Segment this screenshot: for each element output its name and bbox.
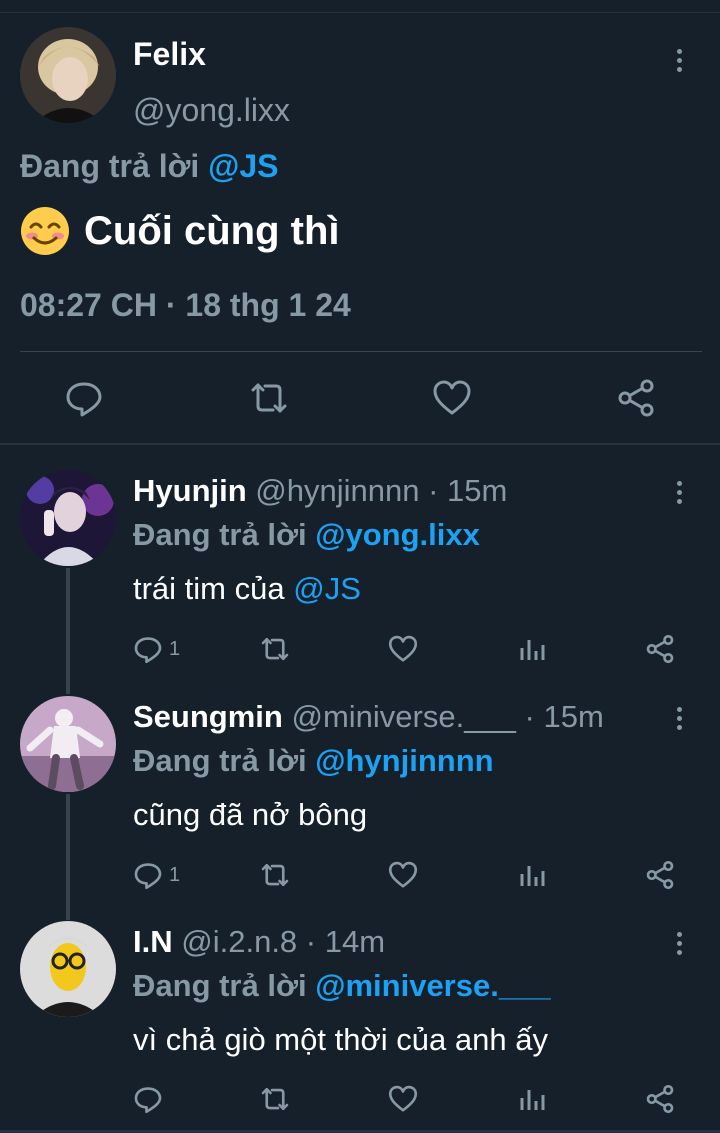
reply-header: I.N @i.2.n.8 · 14m — [133, 924, 385, 960]
replying-prefix: Đang trả lời — [133, 517, 307, 552]
tweet-body: Cuối cùng thì — [84, 208, 340, 253]
replying-to-mention[interactable]: @yong.lixx — [315, 517, 480, 552]
reply-header: Hyunjin @hynjinnnn · 15m — [133, 473, 507, 509]
reply-icon[interactable] — [133, 1084, 163, 1114]
retweet-icon[interactable] — [249, 378, 289, 418]
reply-header: Seungmin @miniverse.___ · 15m — [133, 699, 604, 735]
reply-icon[interactable] — [133, 860, 163, 890]
retweet-icon[interactable] — [260, 1084, 290, 1114]
replying-to-line: Đang trả lời @hynjinnnn — [133, 743, 494, 779]
reply-text: trái tim của @JS — [133, 571, 361, 607]
analytics-icon[interactable] — [517, 634, 547, 664]
avatar[interactable] — [20, 921, 116, 1017]
like-icon[interactable] — [388, 860, 418, 890]
divider — [20, 351, 702, 352]
replying-prefix: Đang trả lời — [133, 968, 307, 1003]
section-divider — [0, 443, 720, 445]
like-icon[interactable] — [388, 1084, 418, 1114]
author-handle-time[interactable]: @miniverse.___ · 15m — [291, 699, 603, 734]
share-icon[interactable] — [616, 378, 656, 418]
thread-connector — [66, 794, 70, 920]
replying-to-mention[interactable]: @JS — [208, 148, 278, 184]
author-handle[interactable]: @yong.lixx — [133, 92, 290, 129]
author-handle-time[interactable]: @hynjinnnn · 15m — [255, 473, 507, 508]
like-icon[interactable] — [432, 378, 472, 418]
body-mention[interactable]: @JS — [293, 571, 361, 606]
reply-text: cũng đã nở bông — [133, 797, 368, 832]
author-name[interactable]: Hyunjin — [133, 473, 247, 508]
retweet-icon[interactable] — [260, 860, 290, 890]
retweet-icon[interactable] — [260, 634, 290, 664]
replying-prefix: Đang trả lời — [133, 743, 307, 778]
replying-to-mention[interactable]: @miniverse.___ — [315, 968, 550, 1003]
share-icon[interactable] — [645, 634, 675, 664]
replying-to-line: Đang trả lời @JS — [20, 148, 278, 185]
like-icon[interactable] — [388, 634, 418, 664]
share-icon[interactable] — [645, 860, 675, 890]
replying-to-line: Đang trả lời @miniverse.___ — [133, 968, 551, 1004]
share-icon[interactable] — [645, 1084, 675, 1114]
reply-body: trái tim của — [133, 571, 294, 606]
author-name[interactable]: Felix — [133, 36, 206, 73]
analytics-icon[interactable] — [517, 860, 547, 890]
more-options-icon[interactable] — [676, 707, 684, 734]
reply-text: vì chả giò một thời của anh ấy — [133, 1022, 548, 1057]
author-name[interactable]: Seungmin — [133, 699, 283, 734]
analytics-icon[interactable] — [517, 1084, 547, 1114]
thread-connector — [66, 568, 70, 694]
smiling-face-icon — [21, 207, 69, 255]
reply-count: 1 — [169, 638, 181, 660]
reply-icon[interactable] — [64, 378, 104, 418]
top-divider — [0, 12, 720, 13]
replying-prefix: Đang trả lời — [20, 148, 200, 184]
replying-to-mention[interactable]: @hynjinnnn — [315, 743, 493, 778]
avatar[interactable] — [20, 470, 116, 566]
author-name[interactable]: I.N — [133, 924, 173, 959]
avatar[interactable] — [20, 27, 116, 123]
reply-icon[interactable] — [133, 634, 163, 664]
timestamp[interactable]: 08:27 CH · 18 thg 1 24 — [20, 287, 351, 324]
author-handle-time[interactable]: @i.2.n.8 · 14m — [181, 924, 385, 959]
tweet-text: Cuối cùng thì — [20, 206, 340, 256]
more-options-icon[interactable] — [676, 932, 684, 959]
reply-count: 1 — [169, 864, 181, 886]
more-options-icon[interactable] — [676, 481, 684, 508]
avatar[interactable] — [20, 696, 116, 792]
replying-to-line: Đang trả lời @yong.lixx — [133, 517, 480, 553]
more-options-icon[interactable] — [676, 49, 684, 76]
